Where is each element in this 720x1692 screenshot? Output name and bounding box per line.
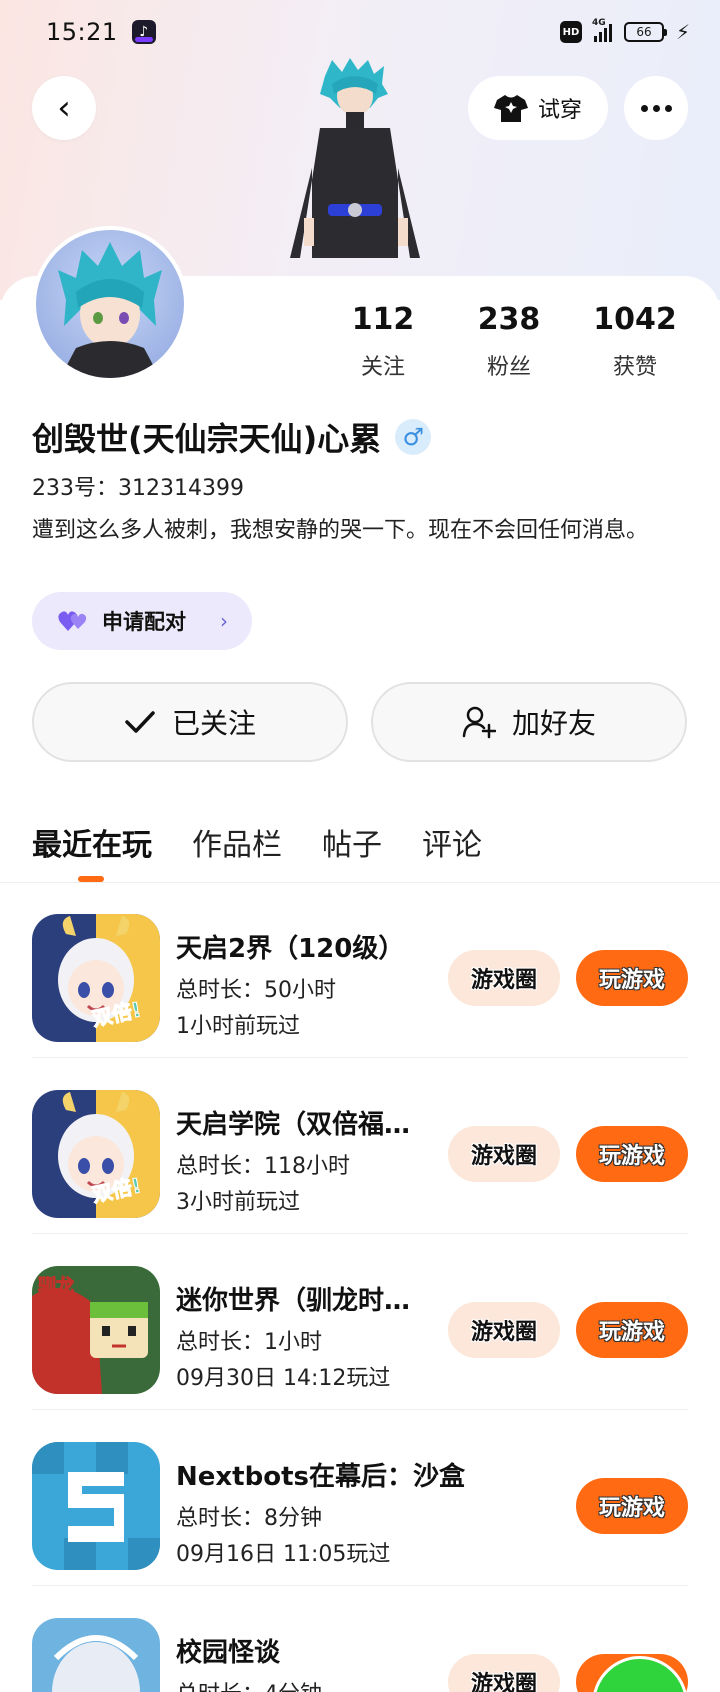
anime-girl-icon[interactable]: 双倍! [32, 1090, 160, 1218]
game-list-item[interactable]: 双倍! 天启学院（双倍福… 总时长：118小时 3小时前玩过 游戏圈 玩游戏 [32, 1058, 688, 1234]
checkmark-icon [125, 711, 155, 733]
chevron-left-icon: ‹ [57, 88, 71, 128]
request-pair-label: 申请配对 [102, 610, 186, 634]
username-row: 创毁世(天仙宗天仙)心累 ♂ [32, 414, 432, 460]
stat-value: 238 [477, 302, 541, 337]
game-list-item[interactable]: 驯龙 迷你世界（驯龙时… 总时长：1小时 09月30日 14:12玩过 游戏圈 … [32, 1234, 688, 1410]
chevron-right-icon: › [220, 609, 228, 633]
male-gender-icon: ♂ [395, 419, 432, 455]
user-avatar[interactable] [32, 226, 188, 382]
game-duration: 总时长：8分钟 [176, 1506, 322, 1531]
game-title: Nextbots在幕后：沙盒 [176, 1462, 465, 1492]
profile-tabs: 最近在玩 作品栏 帖子 评论 [32, 820, 482, 864]
user-id: 233号：312314399 [32, 476, 244, 501]
game-circle-button[interactable]: 游戏圈 [448, 950, 560, 1006]
play-game-button[interactable]: 玩游戏 [576, 1302, 688, 1358]
game-last-played: 09月30日 14:12玩过 [176, 1366, 391, 1391]
profile-stats: 112 关注 238 粉丝 1042 获赞 [320, 302, 700, 381]
stat-value: 1042 [593, 302, 677, 337]
username: 创毁世(天仙宗天仙)心累 [32, 420, 382, 458]
battery-icon: 66 [623, 22, 667, 42]
user-bio: 遭到这么多人被刺，我想安静的哭一下。现在不会回任何消息。 [32, 518, 649, 543]
game-title: 校园怪谈 [176, 1638, 281, 1668]
game-list-item[interactable]: Nextbots在幕后：沙盒 总时长：8分钟 09月16日 11:05玩过 玩游… [32, 1410, 688, 1586]
followed-button[interactable]: 已关注 [32, 682, 348, 762]
campus-ghost-icon[interactable] [32, 1618, 160, 1692]
anime-girl-icon[interactable]: 双倍! [32, 914, 160, 1042]
avatar-character-icon [58, 242, 162, 378]
game-last-played: 3小时前玩过 [176, 1190, 300, 1215]
tab-recently-played[interactable]: 最近在玩 [32, 820, 152, 864]
tiktok-notification-icon: ♪ [131, 20, 156, 44]
status-bar: 15:21 ♪ HD 4G 66 ⚡ [0, 0, 720, 64]
game-title: 天启学院（双倍福… [176, 1110, 411, 1140]
hearts-icon [58, 611, 87, 631]
hd-icon: HD [559, 21, 582, 43]
try-on-button[interactable]: 试穿 [468, 76, 608, 140]
game-duration: 总时长：50小时 [176, 978, 336, 1003]
add-friend-button[interactable]: 加好友 [371, 682, 687, 762]
game-list-item[interactable]: 校园怪谈 总时长：4分钟 游戏圈 [32, 1586, 688, 1692]
character-model-image [290, 58, 420, 258]
status-icons: HD 4G 66 ⚡ [559, 18, 690, 44]
stat-label: 获赞 [612, 355, 657, 380]
game-duration: 总时长：118小时 [176, 1154, 350, 1179]
stat-label: 粉丝 [486, 355, 531, 380]
game-last-played: 09月16日 11:05玩过 [176, 1542, 391, 1567]
add-friend-label: 加好友 [511, 707, 596, 740]
game-last-played: 1小时前玩过 [176, 1014, 300, 1039]
tab-works[interactable]: 作品栏 [192, 820, 282, 864]
nextbots-s-icon[interactable] [32, 1442, 160, 1570]
mini-world-dragon-icon[interactable]: 驯龙 [32, 1266, 160, 1394]
add-user-icon [462, 706, 496, 739]
stat-label: 关注 [360, 355, 405, 380]
tab-comments[interactable]: 评论 [422, 820, 482, 864]
play-game-button[interactable]: 玩游戏 [576, 950, 688, 1006]
stat-value: 112 [351, 302, 415, 337]
try-on-label: 试穿 [537, 98, 582, 123]
status-time: 15:21 [46, 18, 118, 46]
tab-posts[interactable]: 帖子 [322, 820, 382, 864]
game-duration: 总时长：1小时 [176, 1330, 322, 1355]
request-pair-button[interactable]: 申请配对 › [32, 592, 252, 650]
tshirt-icon [493, 95, 528, 122]
stat-followers[interactable]: 238 粉丝 [446, 302, 572, 381]
play-game-button[interactable]: 玩游戏 [576, 1478, 688, 1534]
game-circle-button[interactable]: 游戏圈 [448, 1654, 560, 1692]
signal-icon: 4G [592, 18, 612, 42]
more-options-button[interactable] [624, 76, 688, 140]
network-type-label: 4G [591, 18, 606, 28]
stat-likes[interactable]: 1042 获赞 [572, 302, 698, 381]
battery-level: 66 [636, 25, 652, 39]
svg-text:驯龙: 驯龙 [38, 1275, 74, 1297]
stat-following[interactable]: 112 关注 [320, 302, 446, 381]
game-title: 天启2界（120级） [176, 934, 405, 964]
game-circle-button[interactable]: 游戏圈 [448, 1126, 560, 1182]
game-list-item[interactable]: 双倍! 天启2界（120级） 总时长：50小时 1小时前玩过 游戏圈 玩游戏 [32, 882, 688, 1058]
charging-icon: ⚡ [675, 20, 690, 44]
game-duration: 总时长：4分钟 [176, 1676, 322, 1692]
game-circle-button[interactable]: 游戏圈 [448, 1302, 560, 1358]
more-dots-icon [640, 104, 672, 112]
back-button[interactable]: ‹ [32, 76, 96, 140]
play-game-button[interactable]: 玩游戏 [576, 1126, 688, 1182]
game-title: 迷你世界（驯龙时… [176, 1286, 411, 1316]
followed-label: 已关注 [171, 707, 256, 740]
